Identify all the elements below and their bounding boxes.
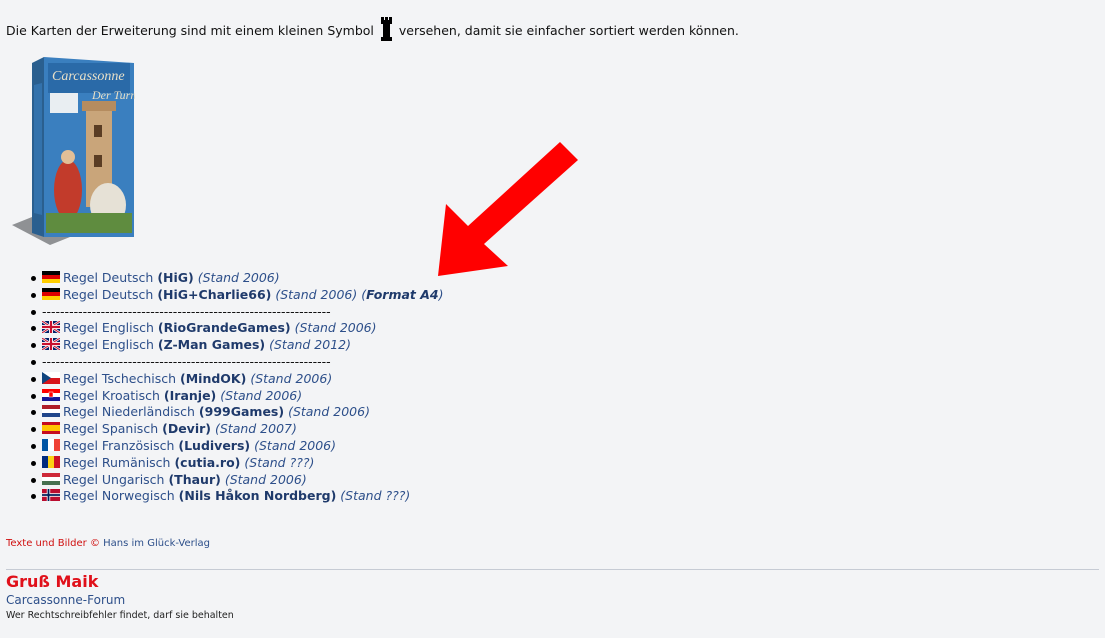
intro-text-after: versehen, damit sie einfacher sortiert w…: [398, 23, 739, 38]
rule-stand: (Stand 2006): [254, 437, 337, 453]
rule-source: (HiG): [157, 270, 194, 285]
rules-list: Regel Deutsch (HiG) (Stand 2006) Regel De…: [28, 270, 444, 505]
rule-stand: (Stand ???): [340, 488, 411, 504]
intro-text: Die Karten der Erweiterung sind mit eine…: [6, 17, 739, 41]
format-label: Format A4: [366, 286, 439, 302]
rule-label: Regel Englisch: [63, 337, 154, 353]
rule-item: Regel Rumänisch (cutia.ro) (Stand ???): [28, 455, 444, 472]
rule-download-link[interactable]: Regel Französisch (Ludivers): [63, 438, 250, 453]
flag-hu-icon: [42, 472, 60, 485]
rule-download-link[interactable]: Regel Spanisch (Devir): [63, 421, 211, 436]
signature-divider: [6, 569, 1099, 570]
rule-item: Regel Norwegisch (Nils Håkon Nordberg) (…: [28, 488, 444, 505]
tower-icon: [380, 17, 392, 41]
rule-stand: (Stand 2012): [269, 337, 352, 353]
rule-source: (Z-Man Games): [157, 337, 266, 353]
rule-item: Regel Englisch (Z-Man Games) (Stand 2012…: [28, 337, 444, 354]
rule-stand: (Stand 2006): [288, 404, 370, 420]
rule-stand: (Stand 2006): [275, 286, 358, 302]
rule-download-link[interactable]: Regel Rumänisch (cutia.ro): [63, 455, 240, 470]
credit-line: Texte und Bilder © Hans im Glück-Verlag: [6, 538, 210, 549]
rule-stand: (Stand ???): [244, 454, 315, 470]
rule-download-link[interactable]: Regel Niederländisch (999Games): [63, 404, 284, 419]
rule-download-link[interactable]: Regel Englisch (Z-Man Games): [63, 337, 265, 352]
list-separator: ----------------------------------------…: [28, 304, 444, 321]
rule-item: Regel Deutsch (HiG+Charlie66) (Stand 200…: [28, 287, 444, 304]
rule-source: (HiG+Charlie66): [157, 286, 272, 302]
format-close: ): [438, 286, 444, 302]
rule-source: (Thaur): [168, 471, 221, 487]
intro-text-before: Die Karten der Erweiterung sind mit eine…: [6, 23, 374, 38]
list-separator: ----------------------------------------…: [28, 354, 444, 371]
rule-download-link[interactable]: Regel Kroatisch (Iranje): [63, 388, 216, 403]
rule-stand: (Stand 2007): [214, 421, 297, 437]
flag-gb-icon: [42, 338, 60, 351]
flag-no-icon: [42, 489, 60, 502]
flag-gb-icon: [42, 321, 60, 334]
carcassonne-turm-box-image: Carcassonne Der Turm: [10, 55, 139, 245]
signature-name: Gruß Maik: [6, 572, 99, 591]
flag-nl-icon: [42, 405, 60, 418]
rule-label: Regel Rumänisch: [63, 454, 171, 470]
rule-label: Regel Deutsch: [63, 270, 154, 285]
signature-note: Wer Rechtschreibfehler findet, darf sie …: [6, 610, 234, 621]
rule-source: (Devir): [162, 421, 211, 437]
rule-item: Regel Französisch (Ludivers) (Stand 2006…: [28, 438, 444, 455]
credit-prefix: Texte und Bilder ©: [6, 538, 100, 549]
rule-source: (cutia.ro): [174, 454, 241, 470]
flag-ro-icon: [42, 455, 60, 468]
rule-source: (Iranje): [163, 387, 217, 403]
separator-line: ----------------------------------------…: [42, 353, 331, 369]
rule-item: Regel Kroatisch (Iranje) (Stand 2006): [28, 388, 444, 405]
rule-label: Regel Deutsch: [63, 286, 154, 302]
signature-forum: Carcassonne-Forum: [6, 593, 126, 607]
separator-line: ----------------------------------------…: [42, 303, 331, 319]
rule-download-link[interactable]: Regel Tschechisch (MindOK): [63, 371, 246, 386]
rule-source: (MindOK): [180, 370, 247, 386]
rule-label: Regel Ungarisch: [63, 471, 165, 487]
rule-download-link[interactable]: Regel Norwegisch (Nils Håkon Nordberg): [63, 488, 336, 503]
rule-source: (999Games): [198, 404, 285, 420]
rule-download-link[interactable]: Regel Englisch (RioGrandeGames): [63, 320, 291, 335]
rule-item: Regel Deutsch (HiG) (Stand 2006): [28, 270, 444, 287]
rule-source: (Ludivers): [178, 437, 251, 453]
credit-owner: Hans im Glück-Verlag: [103, 538, 210, 549]
rule-label: Regel Englisch: [63, 320, 154, 336]
rule-item: Regel Englisch (RioGrandeGames) (Stand 2…: [28, 320, 444, 337]
flag-cz-icon: [42, 371, 60, 384]
rule-item: Regel Niederländisch (999Games) (Stand 2…: [28, 404, 444, 421]
flag-es-icon: [42, 422, 60, 435]
format-a4-link[interactable]: (Format A4): [361, 287, 443, 302]
rule-item: Regel Ungarisch (Thaur) (Stand 2006): [28, 472, 444, 489]
rule-download-link[interactable]: Regel Ungarisch (Thaur): [63, 472, 221, 487]
flag-de-icon: [42, 287, 60, 300]
red-arrow-pointer: [430, 140, 580, 280]
rule-item: Regel Spanisch (Devir) (Stand 2007): [28, 421, 444, 438]
rule-stand: (Stand 2006): [220, 387, 303, 403]
rule-stand: (Stand 2006): [294, 320, 377, 336]
rule-label: Regel Spanisch: [63, 421, 159, 437]
rule-source: (RioGrandeGames): [157, 320, 291, 336]
flag-de-icon: [42, 271, 60, 283]
rule-download-link[interactable]: Regel Deutsch (HiG+Charlie66): [63, 287, 271, 302]
rule-item: Regel Tschechisch (MindOK) (Stand 2006): [28, 371, 444, 388]
rule-stand: (Stand 2006): [197, 270, 280, 285]
svg-text:Carcassonne: Carcassonne: [52, 69, 125, 84]
rule-stand: (Stand 2006): [224, 471, 307, 487]
rule-label: Regel Tschechisch: [63, 370, 177, 386]
rule-stand: (Stand 2006): [250, 370, 333, 386]
rule-label: Regel Norwegisch: [63, 488, 175, 504]
rule-download-link[interactable]: Regel Deutsch (HiG): [63, 270, 194, 285]
flag-fr-icon: [42, 438, 60, 451]
rule-label: Regel Niederländisch: [63, 404, 195, 420]
flag-hr-icon: [42, 388, 60, 401]
svg-text:Der Turm: Der Turm: [91, 88, 135, 102]
rule-label: Regel Kroatisch: [63, 387, 160, 403]
rule-source: (Nils Håkon Nordberg): [178, 488, 337, 504]
rule-label: Regel Französisch: [63, 437, 175, 453]
